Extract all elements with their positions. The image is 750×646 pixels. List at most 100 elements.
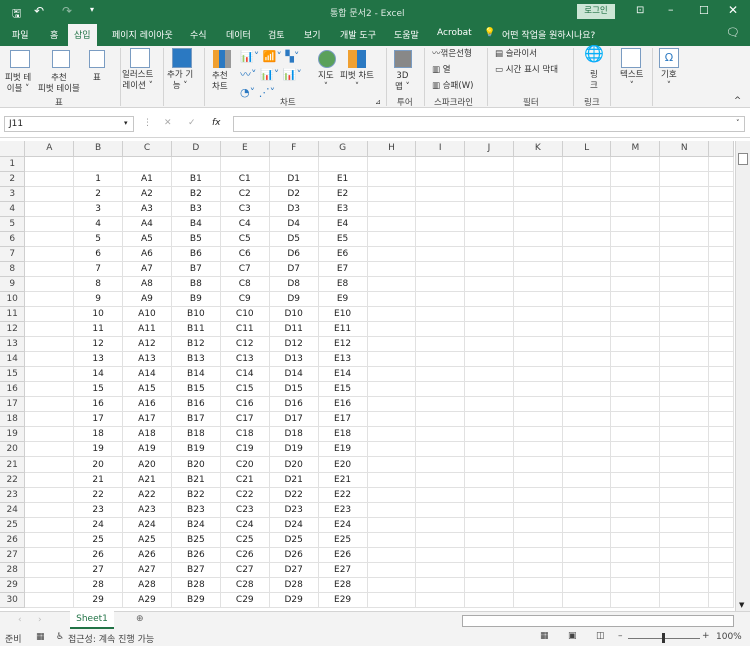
row-header[interactable]: 9 xyxy=(0,276,26,292)
cell-M2[interactable] xyxy=(610,171,661,187)
normal-view-icon[interactable]: ▦ xyxy=(540,631,549,641)
cell-K20[interactable] xyxy=(513,441,563,458)
cell-C4[interactable]: A3 xyxy=(122,201,172,217)
column-header-E[interactable]: E xyxy=(220,141,270,157)
charts-dialog-launcher-icon[interactable]: ⊿ xyxy=(375,97,381,108)
cell-N22[interactable] xyxy=(659,472,710,488)
cell-F3[interactable]: D2 xyxy=(269,186,319,202)
cell-J14[interactable] xyxy=(464,351,514,368)
cell-F25[interactable]: D24 xyxy=(269,517,319,533)
cell-K5[interactable] xyxy=(513,216,563,232)
cell-H25[interactable] xyxy=(367,517,417,533)
cell-D22[interactable]: B21 xyxy=(171,472,221,488)
cell-E30[interactable]: C29 xyxy=(220,592,270,608)
cell-B20[interactable]: 19 xyxy=(73,441,124,458)
table-button[interactable]: 표 xyxy=(93,73,101,84)
cell-C20[interactable]: A19 xyxy=(122,441,172,458)
cell-F1[interactable] xyxy=(269,156,319,172)
pivot-chart-button[interactable]: 피벗 차트 ˅ xyxy=(340,71,374,93)
cell-G2[interactable]: E1 xyxy=(318,171,368,187)
cell-G6[interactable]: E5 xyxy=(318,231,368,247)
cell-I27[interactable] xyxy=(415,547,466,563)
cell-F20[interactable]: D19 xyxy=(269,441,319,458)
cell-N6[interactable] xyxy=(659,231,710,247)
cell-A20[interactable] xyxy=(24,441,75,458)
cell-I5[interactable] xyxy=(415,216,466,232)
cell-G25[interactable]: E24 xyxy=(318,517,368,533)
cell-N4[interactable] xyxy=(659,201,710,217)
cell-E2[interactable]: C1 xyxy=(220,171,270,187)
row-header[interactable]: 10 xyxy=(0,291,26,308)
cell-J19[interactable] xyxy=(464,426,514,443)
expand-formula-bar-icon[interactable]: ˅ xyxy=(736,119,740,127)
cell-B5[interactable]: 4 xyxy=(73,216,124,232)
cell-D16[interactable]: B15 xyxy=(171,381,221,398)
cell-F23[interactable]: D22 xyxy=(269,487,319,503)
row-header[interactable]: 14 xyxy=(0,351,26,368)
column-header-I[interactable]: I xyxy=(415,141,466,157)
cell-L23[interactable] xyxy=(562,487,612,503)
cell-D20[interactable]: B19 xyxy=(171,441,221,458)
cell-A27[interactable] xyxy=(24,547,75,563)
cell-L29[interactable] xyxy=(562,577,612,593)
worksheet-grid[interactable]: A B C D E F G H I J K L M N 1 2 1 A1 B1 C1 D1 E1 3 2 A2 B2 C2 D2 E2 4… xyxy=(0,141,734,611)
enter-icon[interactable]: ✓ xyxy=(188,118,196,128)
cell-M18[interactable] xyxy=(610,411,661,428)
cell-M6[interactable] xyxy=(610,231,661,247)
cell-F12[interactable]: D11 xyxy=(269,321,319,338)
cell-G18[interactable]: E17 xyxy=(318,411,368,428)
cell-M26[interactable] xyxy=(610,532,661,548)
cell-C7[interactable]: A6 xyxy=(122,246,172,262)
cell-M17[interactable] xyxy=(610,396,661,413)
cell-I7[interactable] xyxy=(415,246,466,262)
cell-H19[interactable] xyxy=(367,426,417,443)
cell-A13[interactable] xyxy=(24,336,75,353)
cell-K27[interactable] xyxy=(513,547,563,563)
cell-K11[interactable] xyxy=(513,306,563,323)
cell-H28[interactable] xyxy=(367,562,417,578)
cell-F6[interactable]: D5 xyxy=(269,231,319,247)
tab-acrobat[interactable]: Acrobat xyxy=(437,28,472,38)
cell-M24[interactable] xyxy=(610,502,661,518)
cell-D21[interactable]: B20 xyxy=(171,456,221,473)
row-header[interactable]: 26 xyxy=(0,532,26,548)
cell-H11[interactable] xyxy=(367,306,417,323)
cell-K29[interactable] xyxy=(513,577,563,593)
cell-N5[interactable] xyxy=(659,216,710,232)
tab-review[interactable]: 검토 xyxy=(268,28,285,41)
cell-L6[interactable] xyxy=(562,231,612,247)
cell-A17[interactable] xyxy=(24,396,75,413)
cell-M11[interactable] xyxy=(610,306,661,323)
cell-G15[interactable]: E14 xyxy=(318,366,368,383)
cell-A21[interactable] xyxy=(24,456,75,473)
cell-B9[interactable]: 8 xyxy=(73,276,124,292)
cell-C16[interactable]: A15 xyxy=(122,381,172,398)
cell-K7[interactable] xyxy=(513,246,563,262)
cell-A3[interactable] xyxy=(24,186,75,202)
cell-K30[interactable] xyxy=(513,592,563,608)
cell-N26[interactable] xyxy=(659,532,710,548)
cell-A10[interactable] xyxy=(24,291,75,308)
tab-view[interactable]: 보기 xyxy=(304,28,321,41)
column-header-J[interactable]: J xyxy=(464,141,514,157)
cell-D28[interactable]: B27 xyxy=(171,562,221,578)
cell-J11[interactable] xyxy=(464,306,514,323)
cell-F10[interactable]: D9 xyxy=(269,291,319,308)
cell-F14[interactable]: D13 xyxy=(269,351,319,368)
cell-M3[interactable] xyxy=(610,186,661,202)
cell-K14[interactable] xyxy=(513,351,563,368)
row-header[interactable]: 20 xyxy=(0,441,26,458)
cell-D26[interactable]: B25 xyxy=(171,532,221,548)
cell-K17[interactable] xyxy=(513,396,563,413)
cell-D14[interactable]: B13 xyxy=(171,351,221,368)
cell-F17[interactable]: D16 xyxy=(269,396,319,413)
row-header[interactable]: 13 xyxy=(0,336,26,353)
cell-H23[interactable] xyxy=(367,487,417,503)
cell-J27[interactable] xyxy=(464,547,514,563)
cell-E15[interactable]: C14 xyxy=(220,366,270,383)
cell-E23[interactable]: C22 xyxy=(220,487,270,503)
cell-J5[interactable] xyxy=(464,216,514,232)
symbol-button[interactable]: 기호 ˅ xyxy=(661,70,677,92)
cell-F15[interactable]: D14 xyxy=(269,366,319,383)
column-header-N[interactable]: N xyxy=(659,141,710,157)
